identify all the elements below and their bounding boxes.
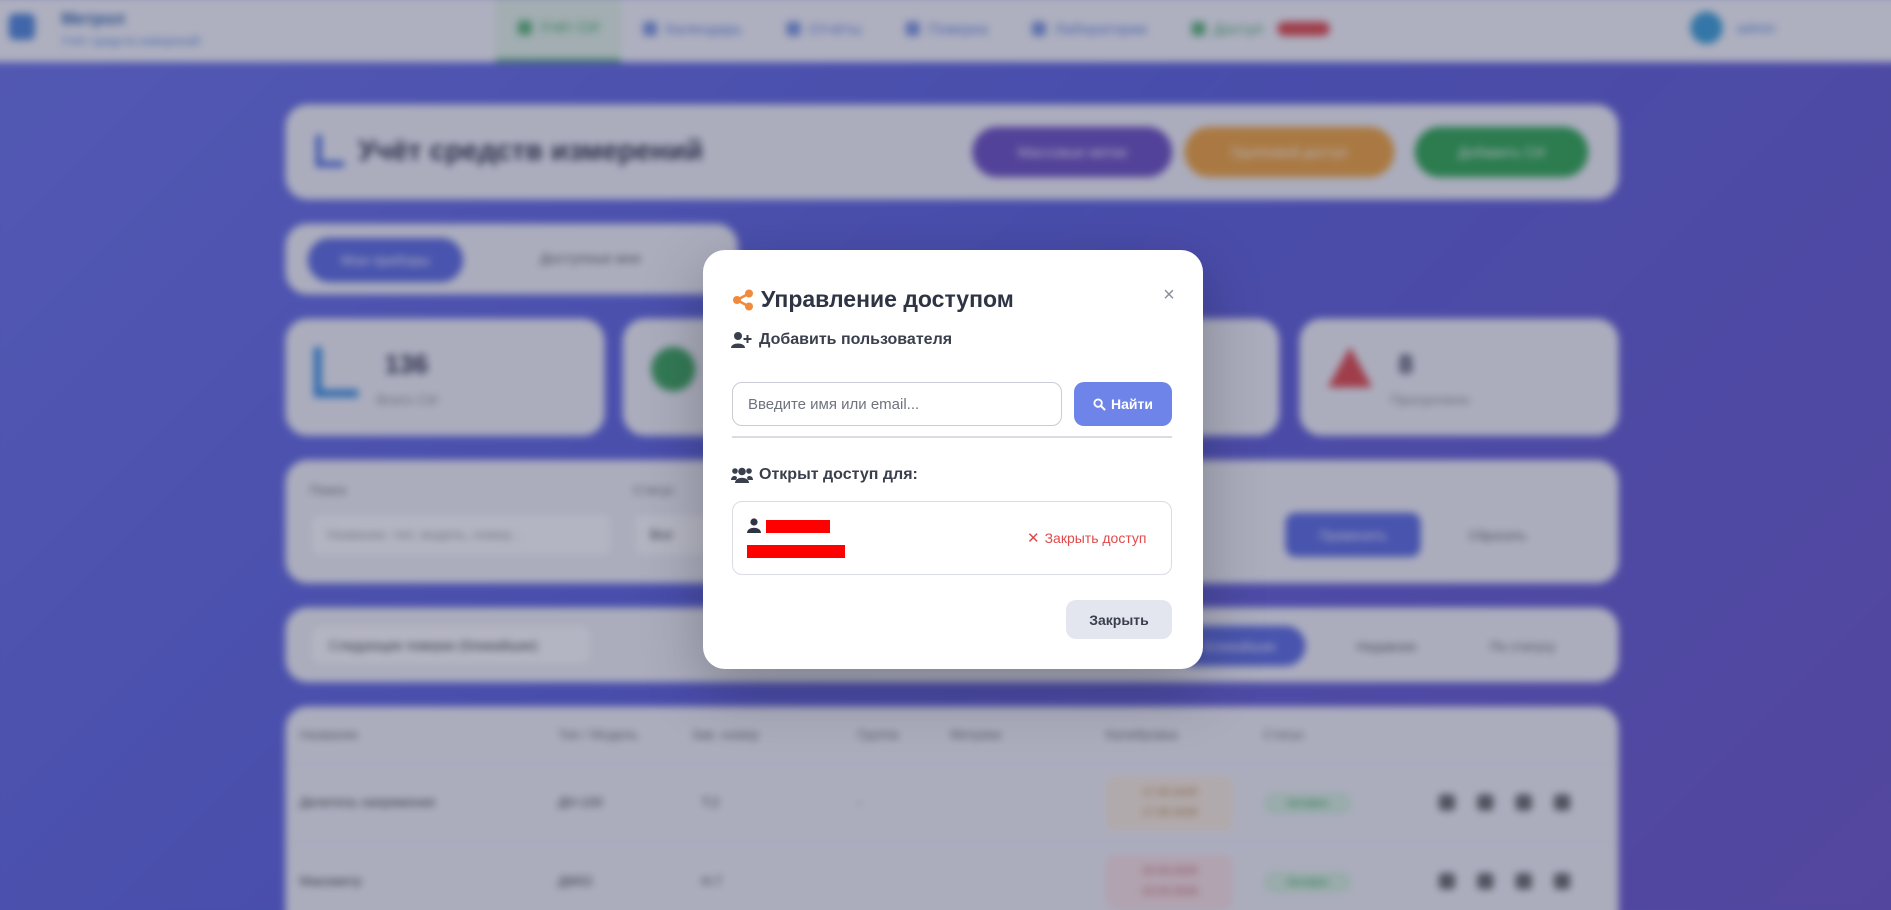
modal-title-text: Управление доступом bbox=[761, 286, 1014, 312]
modal-title: Управление доступом bbox=[731, 286, 1014, 313]
close-icon: ✕ bbox=[1027, 530, 1040, 547]
redacted-user-name bbox=[766, 520, 830, 533]
find-button-label: Найти bbox=[1111, 396, 1153, 412]
shared-users-list: ✕ Закрыть доступ bbox=[732, 501, 1172, 575]
user-icon bbox=[747, 518, 761, 533]
close-button[interactable]: Закрыть bbox=[1066, 600, 1172, 639]
user-plus-icon bbox=[731, 332, 752, 348]
share-icon bbox=[733, 289, 753, 310]
access-management-modal: Управление доступом × Добавить пользоват… bbox=[703, 250, 1203, 669]
add-user-section-title: Добавить пользователя bbox=[731, 331, 952, 349]
close-icon[interactable]: × bbox=[1158, 284, 1180, 306]
revoke-access-button[interactable]: ✕ Закрыть доступ bbox=[1027, 529, 1147, 547]
shared-with-label: Открыт доступ для: bbox=[759, 466, 918, 483]
revoke-access-label: Закрыть доступ bbox=[1044, 530, 1147, 546]
users-icon bbox=[731, 467, 753, 483]
user-search-input[interactable] bbox=[732, 382, 1062, 426]
divider bbox=[732, 436, 1172, 438]
find-button[interactable]: Найти bbox=[1074, 382, 1172, 426]
add-user-label: Добавить пользователя bbox=[759, 331, 953, 348]
search-icon bbox=[1093, 397, 1106, 411]
shared-with-section-title: Открыт доступ для: bbox=[731, 466, 918, 484]
redacted-user-email bbox=[747, 545, 845, 558]
